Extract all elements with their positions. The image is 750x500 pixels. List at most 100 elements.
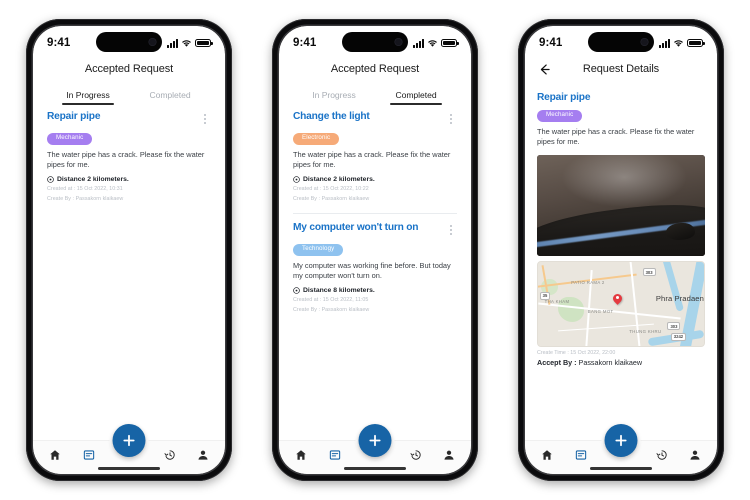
accept-by-label: Accept By : [537,357,577,367]
nav-profile[interactable] [193,445,213,465]
map-label: THUNG KHRU [629,328,662,334]
nav-header: Accepted Request [279,56,471,82]
phone-list-completed: 9:41 Accepted Request In Progress Comple… [272,19,478,481]
created-by: Create By : Passakorn klaikaew [47,195,124,202]
create-time: Create Time : 15 Oct 2022, 22:00 [537,349,616,356]
card-description: The water pipe has a crack. Please fix t… [47,149,205,170]
status-bar: 9:41 [525,26,717,56]
status-badge: Mechanic [537,109,583,122]
accept-by-value: Passakorn klaikaew [578,357,643,367]
page-title: Accepted Request [330,63,420,75]
add-request-fab[interactable] [604,424,638,457]
cellular-signal-icon [659,38,670,48]
list-item[interactable]: My computer won't turn on Technology My … [293,213,457,319]
plus-icon [123,434,135,447]
status-icons [413,38,459,48]
nav-header: Accepted Request [33,56,225,82]
location-map[interactable]: PATIO RAMA 2 THA KHAM BANG MOT THUNG KHR… [537,260,705,347]
home-indicator [98,467,160,470]
card-title: Change the light [293,111,370,122]
distance-row: Distance 2 kilometers. [47,176,211,183]
more-options-icon[interactable] [445,112,457,126]
card-header: Change the light [293,111,457,126]
nav-profile[interactable] [685,445,705,465]
front-camera-icon [149,38,156,46]
phone-screen: 9:41 Accepted Request In Progress Comple… [279,26,471,474]
nav-home[interactable] [291,445,311,465]
document-icon [329,449,340,460]
status-badge: Technology [293,243,344,256]
request-detail: Repair pipe Mechanic The water pipe has … [525,82,717,440]
status-badge: Mechanic [47,132,93,145]
back-arrow-icon[interactable] [537,62,551,76]
person-icon [198,450,208,460]
home-icon [50,449,60,460]
more-options-icon[interactable] [199,112,211,126]
highway-shield: 3242 [670,333,687,341]
add-request-fab[interactable] [112,424,146,457]
tab-completed[interactable]: Completed [375,90,457,105]
nav-home[interactable] [45,445,65,465]
more-options-icon[interactable] [445,223,457,237]
map-label: PATIO RAMA 2 [571,280,605,286]
card-description: The water pipe has a crack. Please fix t… [293,149,451,170]
add-request-fab[interactable] [358,424,392,457]
nav-requests[interactable] [79,445,99,465]
created-by: Create By : Passakorn klaikaew [293,195,370,202]
distance-text: Distance 8 kilometers. [303,286,375,294]
highway-shield: 303 [642,268,656,277]
status-bar: 9:41 [33,26,225,56]
bottom-nav [33,424,225,474]
distance-text: Distance 2 kilometers. [57,175,129,183]
request-list: Repair pipe Mechanic The water pipe has … [33,105,225,440]
created-by: Create By : Passakorn klaikaew [293,307,370,314]
location-pin-icon [47,175,54,183]
nav-requests[interactable] [571,445,591,465]
nav-profile[interactable] [439,445,459,465]
dynamic-island [342,32,408,52]
map-label: BANG MOT [587,308,614,314]
phone-list-in-progress: 9:41 Accepted Request In Progress Comple… [26,19,232,481]
plus-icon [615,434,627,447]
status-badge: Electronic [293,132,340,145]
phone-request-details: 9:41 Request Details Repair pipe Mechani… [518,19,724,481]
dynamic-island [588,32,654,52]
nav-home[interactable] [537,445,557,465]
front-camera-icon [641,38,648,46]
created-at: Created at : 15 Oct 2022, 10:31 [47,185,123,192]
nav-requests[interactable] [325,445,345,465]
distance-text: Distance 2 kilometers. [303,175,375,183]
detail-description: The water pipe has a crack. Please fix t… [537,126,695,147]
person-icon [690,450,700,460]
home-indicator [344,467,406,470]
battery-icon [687,39,705,47]
status-time: 9:41 [293,37,317,49]
nav-history[interactable] [652,445,672,465]
map-label-city: Phra Pradaeng [655,293,705,303]
cellular-signal-icon [167,38,178,48]
nav-history[interactable] [406,445,426,465]
nav-history[interactable] [160,445,180,465]
page-title: Accepted Request [84,63,174,75]
home-icon [296,449,306,460]
location-pin-icon [293,175,300,183]
created-at: Created at : 15 Oct 2022, 11:05 [293,296,369,303]
document-icon [83,449,94,460]
document-icon [575,449,586,460]
tab-completed[interactable]: Completed [129,90,211,105]
wifi-icon [428,39,437,47]
history-clock-icon [163,449,175,460]
list-item[interactable]: Repair pipe Mechanic The water pipe has … [47,111,211,208]
tab-in-progress[interactable]: In Progress [47,90,129,105]
card-header: Repair pipe [47,111,211,126]
accept-by-row: Accept By : Passakorn klaikaew [537,358,705,367]
dynamic-island [96,32,162,52]
highway-shield: 35 [539,291,551,300]
cellular-signal-icon [413,38,424,48]
list-item[interactable]: Change the light Electronic The water pi… [293,111,457,208]
phone-screen: 9:41 Request Details Repair pipe Mechani… [525,26,717,474]
nav-header: Request Details [525,56,717,82]
tab-in-progress[interactable]: In Progress [293,90,375,105]
status-icons [167,38,213,48]
status-bar: 9:41 [279,26,471,56]
